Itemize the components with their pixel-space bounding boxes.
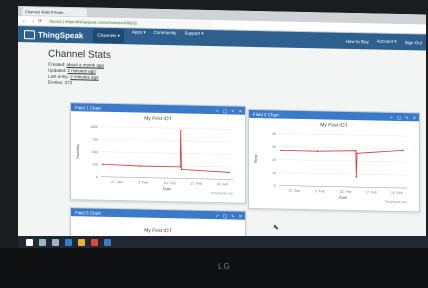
data-point bbox=[356, 152, 358, 155]
y-tick-label: 30 bbox=[272, 145, 276, 149]
channel-meta: Created: about a month ago Updated: 2 mi… bbox=[48, 62, 396, 93]
x-tick-label: 10. Feb bbox=[340, 190, 352, 194]
x-tick-label: 27. Jan bbox=[111, 180, 123, 184]
windows-taskbar bbox=[18, 236, 428, 248]
task-view-icon[interactable] bbox=[52, 238, 59, 246]
x-tick-label: 17. Feb bbox=[365, 190, 377, 194]
panel-header: Field 2 Chart ↗ ◯ ✎ ✕ bbox=[249, 109, 419, 122]
main-menu: Channels ▾ Apps ▾ Community Support ▾ bbox=[93, 28, 204, 45]
panel-header: Field 1 Chart ↗ ◯ ✎ ✕ bbox=[71, 103, 245, 115]
x-tick-label: 10. Feb bbox=[164, 181, 176, 185]
field1-chart-panel: Field 1 Chart ↗ ◯ ✎ ✕ My First IOT 0 250 5… bbox=[70, 102, 246, 204]
edit-icon[interactable]: ✎ bbox=[405, 115, 408, 120]
close-icon[interactable]: ✕ bbox=[239, 108, 242, 113]
gridline bbox=[279, 159, 407, 163]
search-icon[interactable] bbox=[39, 238, 46, 246]
data-point bbox=[139, 165, 142, 167]
x-tick-label: 24. Feb bbox=[217, 182, 229, 186]
y-tick-label: 250 bbox=[92, 163, 98, 167]
y-tick-label: 0 bbox=[96, 175, 98, 179]
data-point bbox=[355, 149, 357, 152]
menu-how-to-buy[interactable]: How to Buy bbox=[346, 38, 369, 43]
field1-chart: 0 250 500 750 1000 27. Jan 3. Feb 10. Feb 17. Fe… bbox=[76, 125, 233, 196]
x-tick-label: 27. Jan bbox=[289, 189, 301, 193]
data-point bbox=[280, 149, 282, 152]
field2-chart: 0 10 20 30 40 27. Jan 3. Feb 10. Feb 17. Feb 24. … bbox=[254, 132, 407, 204]
explorer-icon[interactable] bbox=[78, 238, 85, 246]
chart-title: My First IOT bbox=[144, 227, 172, 235]
y-axis-label: Temp bbox=[254, 154, 258, 163]
menu-sign-out[interactable]: Sign Out bbox=[404, 40, 422, 45]
gridline bbox=[101, 151, 233, 155]
panel-header: Field 3 Chart ↗ ◯ ✎ ✕ bbox=[71, 208, 245, 220]
account-menu: How to Buy Account ▾ Sign Out bbox=[346, 33, 422, 51]
data-point bbox=[102, 163, 104, 166]
open-external-icon[interactable]: ↗ bbox=[215, 108, 218, 113]
chart-credit: ThingSpeak.com bbox=[384, 200, 407, 204]
y-tick-label: 40 bbox=[272, 132, 276, 136]
data-point bbox=[179, 130, 182, 132]
gridline bbox=[279, 133, 407, 137]
windows-start-icon[interactable] bbox=[26, 238, 33, 246]
forward-icon[interactable]: → bbox=[30, 18, 35, 24]
store-icon[interactable] bbox=[104, 238, 111, 246]
x-axis-label: Date bbox=[163, 187, 171, 191]
brand-name: ThingSpeak bbox=[38, 29, 84, 40]
y-axis-label: Humidity bbox=[76, 144, 80, 159]
y-tick-label: 0 bbox=[274, 184, 276, 188]
comment-icon[interactable]: ◯ bbox=[223, 108, 227, 113]
edit-icon[interactable]: ✎ bbox=[231, 108, 234, 113]
data-point bbox=[402, 149, 404, 152]
close-icon[interactable]: ✕ bbox=[413, 115, 416, 120]
y-tick-label: 500 bbox=[92, 150, 98, 154]
x-axis-label: Date bbox=[339, 196, 347, 200]
edit-icon[interactable]: ✎ bbox=[231, 213, 234, 218]
y-tick-label: 20 bbox=[272, 158, 276, 162]
close-icon[interactable]: ✕ bbox=[239, 213, 242, 218]
menu-support[interactable]: Support ▾ bbox=[184, 30, 203, 44]
screen: Channel 4060 Private... ← → ⟳ Secure | h… bbox=[18, 6, 426, 257]
data-point bbox=[316, 150, 319, 152]
thingspeak-logo[interactable]: ThingSpeak bbox=[24, 29, 84, 40]
logo-icon bbox=[24, 29, 35, 39]
reload-icon[interactable]: ⟳ bbox=[38, 18, 42, 24]
browser-tab[interactable]: Channel 4060 Private... bbox=[22, 7, 87, 17]
monitor-bezel bbox=[0, 248, 428, 288]
mouse-cursor-icon: ⬉ bbox=[273, 224, 279, 232]
gridline bbox=[279, 146, 407, 150]
back-icon[interactable]: ← bbox=[22, 18, 27, 24]
gridline bbox=[279, 172, 407, 176]
menu-account[interactable]: Account ▾ bbox=[377, 39, 397, 45]
comment-icon[interactable]: ◯ bbox=[397, 114, 401, 119]
x-tick-label: 17. Feb bbox=[190, 182, 202, 186]
data-point bbox=[180, 168, 183, 171]
field2-chart-panel: Field 2 Chart ↗ ◯ ✎ ✕ My First IOT 0 10 20… bbox=[248, 108, 420, 213]
chart-credit: ThingSpeak.com bbox=[210, 191, 233, 195]
gridline bbox=[101, 126, 233, 130]
chrome-icon[interactable] bbox=[91, 238, 98, 246]
menu-community[interactable]: Community bbox=[154, 30, 177, 44]
main-content: Channel Stats Created: about a month ago… bbox=[18, 42, 426, 100]
y-tick-label: 750 bbox=[92, 138, 98, 142]
monitor-brand-logo: LG bbox=[218, 262, 231, 271]
x-axis bbox=[279, 185, 407, 189]
gridline bbox=[101, 138, 233, 143]
menu-channels[interactable]: Channels ▾ bbox=[93, 28, 124, 44]
data-point bbox=[355, 175, 358, 178]
x-tick-label: 3. Feb bbox=[138, 181, 148, 185]
series-line bbox=[102, 130, 230, 173]
series-line bbox=[281, 149, 404, 177]
x-tick-label: 24. Feb bbox=[391, 191, 403, 195]
comment-icon[interactable]: ◯ bbox=[223, 213, 227, 218]
x-axis bbox=[101, 176, 233, 180]
x-tick-label: 3. Feb bbox=[315, 189, 325, 193]
y-tick-label: 1000 bbox=[90, 125, 98, 129]
y-tick-label: 10 bbox=[272, 171, 276, 175]
menu-apps[interactable]: Apps ▾ bbox=[132, 29, 146, 43]
open-external-icon[interactable]: ↗ bbox=[215, 213, 218, 218]
open-external-icon[interactable]: ↗ bbox=[389, 114, 392, 119]
edge-icon[interactable] bbox=[65, 238, 72, 246]
data-point bbox=[228, 171, 230, 174]
data-point bbox=[179, 166, 181, 168]
